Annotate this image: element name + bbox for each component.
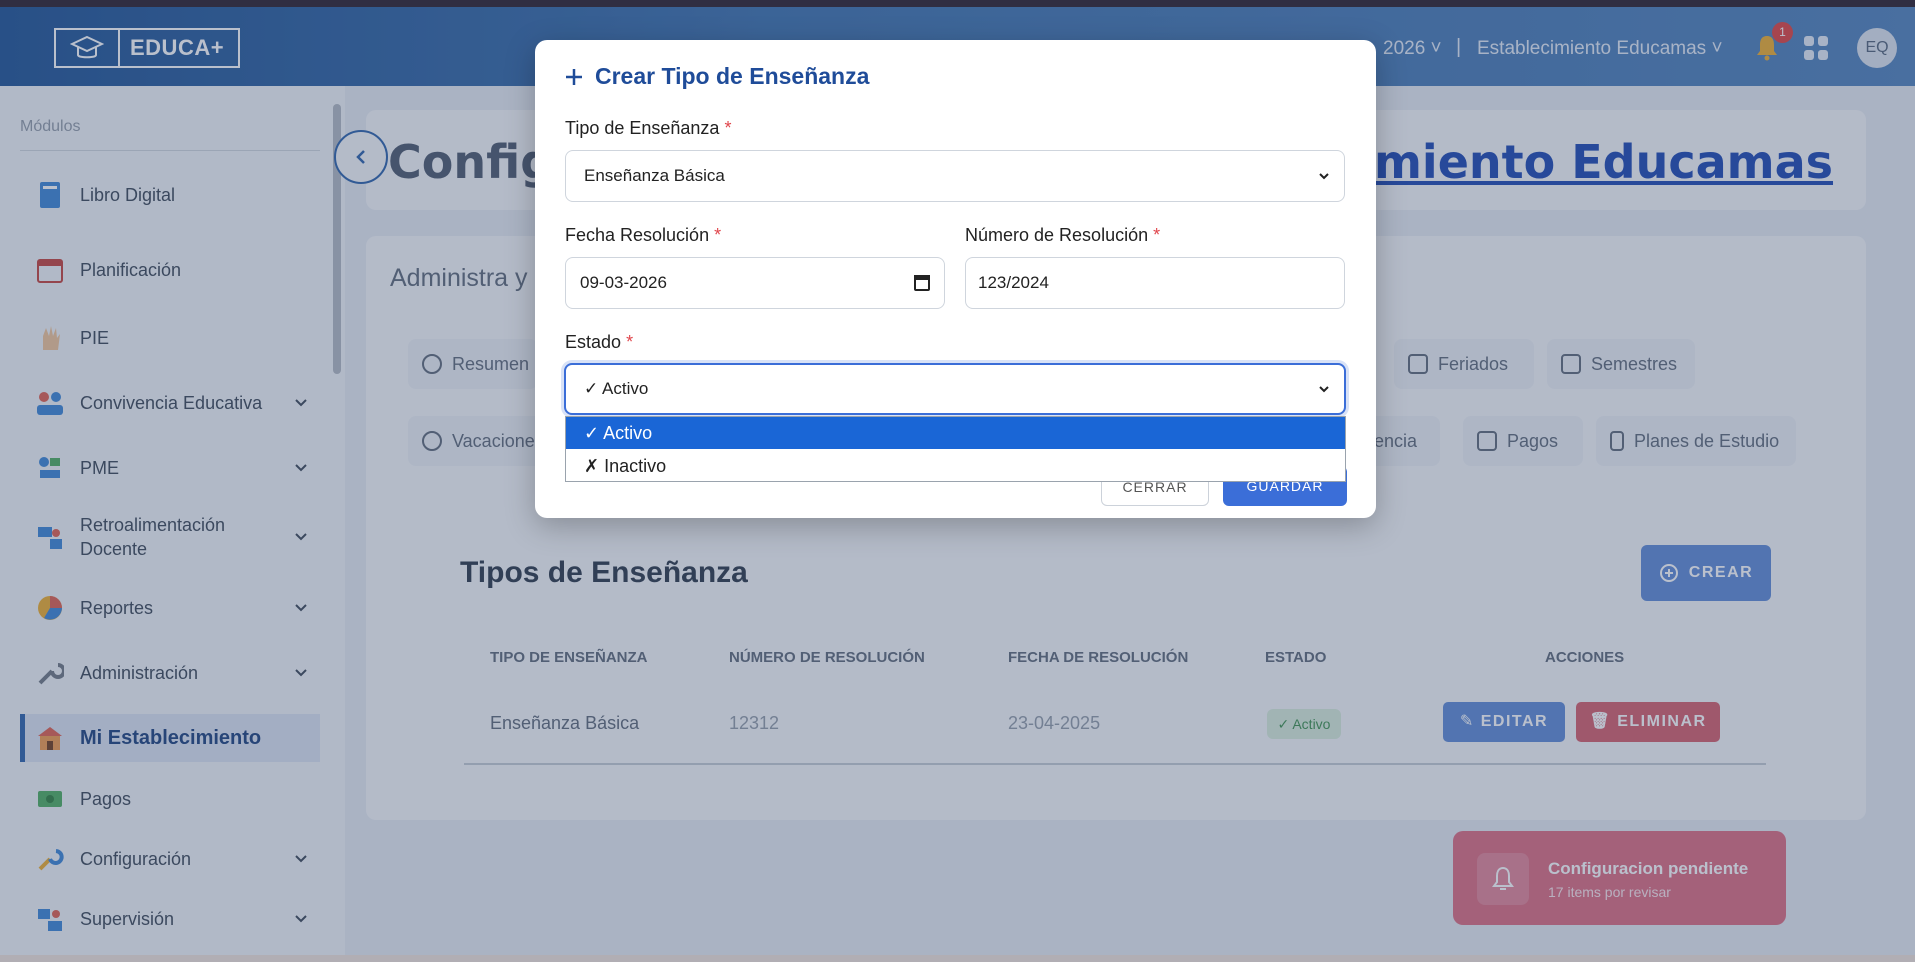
numero-input[interactable]: 123/2024 [965,257,1345,309]
numero-label-text: Número de Resolución [965,225,1149,245]
estado-option-inactivo[interactable]: ✗ Inactivo [566,450,1345,482]
modal-title-text: Crear Tipo de Enseñanza [595,63,870,89]
required-mark: * [1153,225,1161,245]
required-mark: * [714,225,722,245]
estado-select[interactable]: ✓ Activo [564,363,1346,415]
numero-input-value: 123/2024 [978,273,1049,292]
chevron-down-icon [1319,173,1329,180]
numero-label: Número de Resolución * [965,225,1160,246]
estado-label-text: Estado [565,332,622,352]
estado-option-activo[interactable]: ✓ Activo [566,417,1345,449]
estado-select-value: ✓ Activo [584,379,649,398]
estado-label: Estado * [565,332,633,353]
required-mark: * [626,332,634,352]
fecha-input-value: 09-03-2026 [580,273,667,292]
fecha-input[interactable]: 09-03-2026 [565,257,945,309]
modal-title: Crear Tipo de Enseñanza [565,63,869,90]
tipo-label: Tipo de Enseñanza * [565,118,731,139]
plus-icon [566,68,582,85]
fecha-label-text: Fecha Resolución [565,225,710,245]
fecha-label: Fecha Resolución * [565,225,721,246]
required-mark: * [724,118,732,138]
tipo-label-text: Tipo de Enseñanza [565,118,720,138]
chevron-down-icon [1319,386,1329,393]
calendar-icon[interactable] [914,275,930,291]
tipo-select-value: Enseñanza Básica [584,166,725,185]
tipo-select[interactable]: Enseñanza Básica [565,150,1345,202]
estado-dropdown-list: ✓ Activo ✗ Inactivo [565,416,1346,482]
